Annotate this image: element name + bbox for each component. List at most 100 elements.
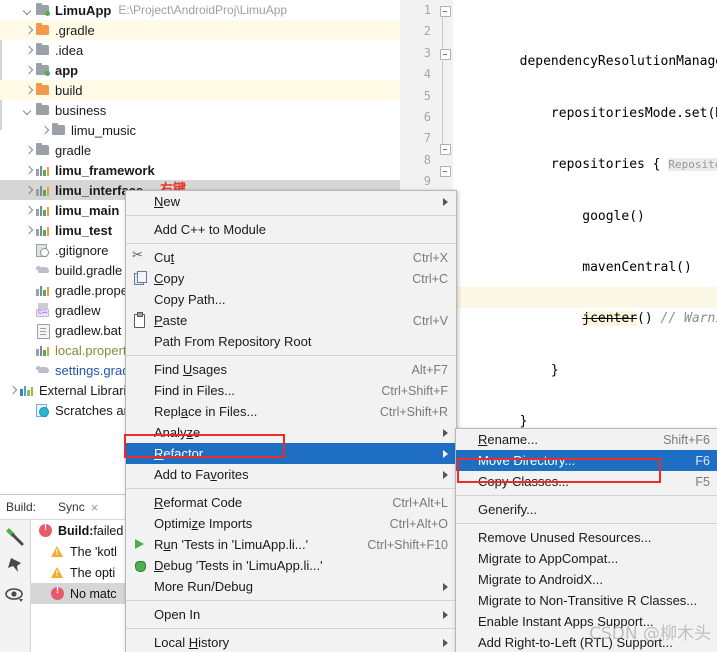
menu-item-replace-in-files[interactable]: Replace in Files... Ctrl+Shift+R [126,401,456,422]
menu-item-optimize-imports[interactable]: Optimize Imports Ctrl+Alt+O [126,513,456,534]
tree-row-build[interactable]: build [0,80,400,100]
menu-item-shortcut: Alt+F7 [411,362,448,377]
menu-item-generify[interactable]: Generify... [456,499,717,520]
menu-item-copy-classes[interactable]: Copy Classes... F5 [456,471,717,492]
module-icon [35,182,51,198]
chevron-right-icon[interactable] [22,184,34,196]
menu-item-open-in[interactable]: Open In [126,604,456,625]
tree-row--idea[interactable]: .idea [0,40,400,60]
menu-item-label: Refactor [154,446,204,461]
chevron-right-icon[interactable] [22,44,34,56]
tree-item-label: gradlew.bat [55,322,122,338]
menu-item-label: Reformat Code [154,495,243,510]
tree-row-gradle[interactable]: gradle [0,140,400,160]
tree-item-label: app [55,62,79,78]
gradle-icon [35,262,51,278]
menu-item-local-history[interactable]: Local History [126,632,456,652]
line-number: 2 [423,24,431,39]
menu-item-copy[interactable]: Copy Ctrl+C [126,268,456,289]
code-token: repositories { [519,157,669,173]
menu-item-migrate-to-appcompat[interactable]: Migrate to AppCompat... [456,548,717,569]
menu-item-cut[interactable]: Cut Ctrl+X [126,247,456,268]
hammer-icon[interactable] [0,520,30,550]
code-token: dependencyResolutionManagement { [519,54,717,70]
chevron-right-icon [443,638,448,647]
menu-item-label: Copy Path... [154,292,226,307]
tree-item-label: gradle [55,142,92,158]
tree-item-label: .idea [55,42,84,58]
menu-item-move-directory[interactable]: Move Directory... F6 [456,450,717,471]
menu-item-copy-path[interactable]: Copy Path... [126,289,456,310]
chevron-right-icon[interactable] [6,384,18,396]
menu-separator [456,495,717,496]
menu-item-debug-tests-in-limuapp-li[interactable]: Debug 'Tests in 'LimuApp.li...' [126,555,456,576]
fold-collapse-icon[interactable] [440,166,451,177]
menu-item-remove-unused-resources[interactable]: Remove Unused Resources... [456,527,717,548]
module-icon [35,282,51,298]
pin-icon[interactable] [0,550,30,580]
chevron-down-icon[interactable] [22,104,34,116]
chevron-right-icon[interactable] [22,164,34,176]
menu-item-find-in-files[interactable]: Find in Files... Ctrl+Shift+F [126,380,456,401]
menu-item-shortcut: Ctrl+V [412,313,448,328]
chevron-right-icon[interactable] [22,64,34,76]
close-icon[interactable]: × [91,500,99,515]
menu-item-migrate-to-non-transitive-r-classes[interactable]: Migrate to Non-Transitive R Classes... [456,590,717,611]
menu-item-add-c-to-module[interactable]: Add C++ to Module [126,219,456,240]
code-token: repositoriesMode.set(Reposit [550,105,717,121]
run-icon [132,537,147,552]
chevron-right-icon[interactable] [38,124,50,136]
paste-icon [132,312,147,328]
chevron-right-icon[interactable] [22,84,34,96]
module-icon [35,342,51,358]
menu-item-migrate-to-androidx[interactable]: Migrate to AndroidX... [456,569,717,590]
tree-row-root[interactable]: LimuApp E:\Project\AndroidProj\LimuApp [0,0,400,20]
menu-item-new[interactable]: New [126,191,456,212]
cut-icon [132,248,147,265]
menu-item-paste[interactable]: Paste Ctrl+V [126,310,456,331]
menu-item-analyze[interactable]: Analyze [126,422,456,443]
build-panel-title: Build: [6,500,37,514]
chevron-right-icon[interactable] [22,204,34,216]
context-menu[interactable]: New Add C++ to Module CutCtrl+XCopyCtrl+C C… [125,190,457,652]
menu-item-more-run-debug[interactable]: More Run/Debug [126,576,456,597]
chevron-right-icon[interactable] [22,24,34,36]
menu-item-run-tests-in-limuapp-li[interactable]: Run 'Tests in 'LimuApp.li...' Ctrl+Shift+… [126,534,456,555]
menu-separator [126,355,456,356]
fold-collapse-icon[interactable] [440,144,451,155]
inlay-hint: RepositoryHandle [668,158,717,172]
menu-item-refactor[interactable]: Refactor [126,443,456,464]
tree-row-business[interactable]: business [0,100,400,120]
eye-icon[interactable] [0,580,30,610]
line-number: 3 [423,45,431,60]
menu-item-label: Path From Repository Root [154,334,312,349]
menu-item-find-usages[interactable]: Find Usages Alt+F7 [126,359,456,380]
menu-item-reformat-code[interactable]: Reformat Code Ctrl+Alt+L [126,492,456,513]
menu-item-rename[interactable]: Rename... Shift+F6 [456,429,717,450]
menu-item-label: Replace in Files... [154,404,258,419]
menu-item-add-to-favorites[interactable]: Add to Favorites [126,464,456,485]
line-number: 8 [423,152,431,167]
build-tab-sync[interactable]: Sync [58,500,85,514]
tree-item-label: limu_music [71,122,137,138]
tree-row-limu-music[interactable]: limu_music [0,120,400,140]
menu-separator [126,243,456,244]
chevron-down-icon[interactable] [22,4,34,16]
tree-row--gradle[interactable]: .gradle [0,20,400,40]
tree-item-label: business [55,102,107,118]
chevron-right-icon [443,582,448,591]
menu-item-path-from-repository-root[interactable]: Path From Repository Root [126,331,456,352]
editor-code-text[interactable]: dependencyResolutionManagement { reposit… [457,0,717,494]
module-icon [35,222,51,238]
tree-row-app[interactable]: app [0,60,400,80]
chevron-right-icon[interactable] [22,224,34,236]
build-panel-toolbar[interactable] [0,520,31,652]
menu-item-label: Copy Classes... [478,474,570,489]
menu-item-label: Run 'Tests in 'LimuApp.li...' [154,537,309,552]
tree-row-limu-framework[interactable]: limu_framework [0,160,400,180]
debug-icon [132,558,147,573]
chevron-right-icon[interactable] [22,144,34,156]
